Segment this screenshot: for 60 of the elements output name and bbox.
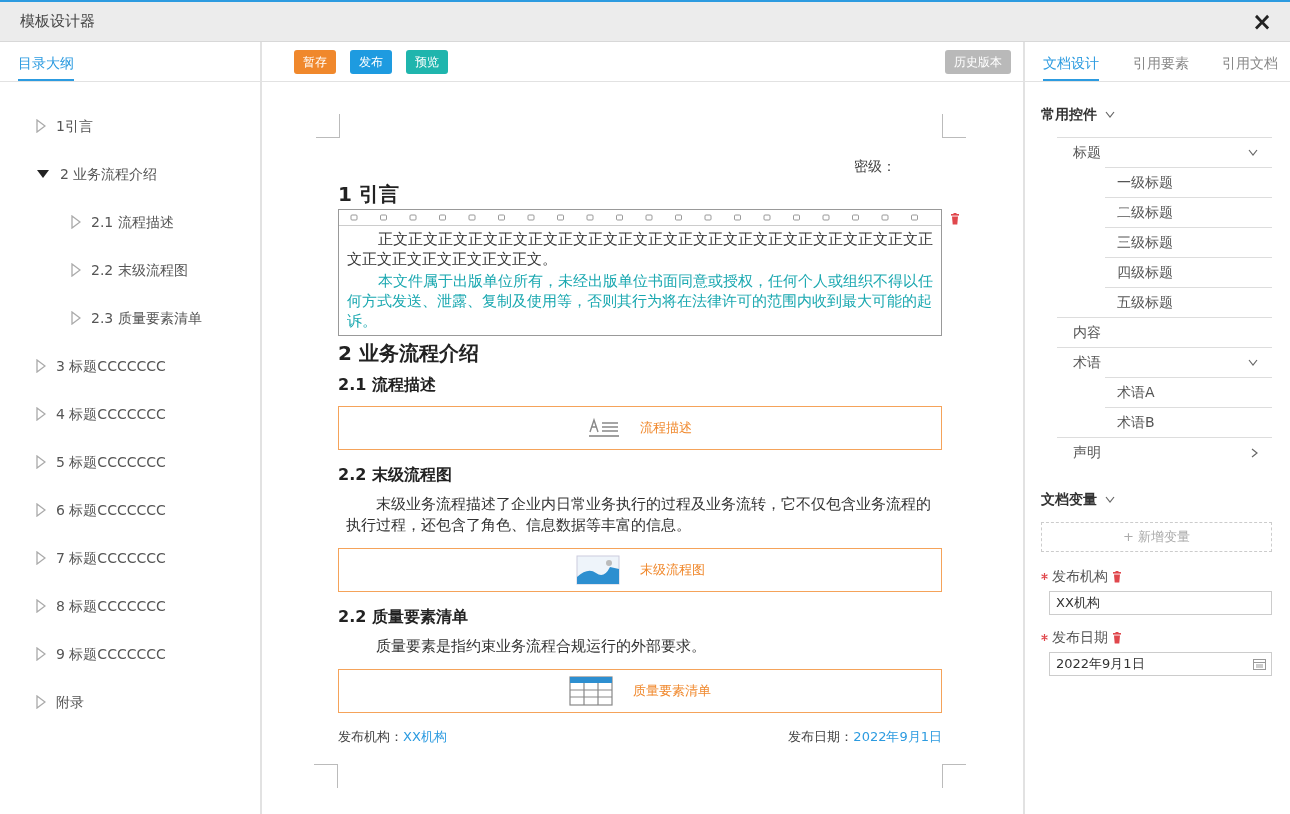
crop-mark xyxy=(314,764,338,788)
control-item[interactable]: 二级标题 xyxy=(1105,197,1272,227)
text-block-icon xyxy=(588,417,620,439)
footer-value: 2022年9月1日 xyxy=(853,729,942,744)
crop-mark xyxy=(942,764,966,788)
outline-item[interactable]: 2.2 末级流程图 xyxy=(35,246,260,294)
section-title: 常用控件 xyxy=(1041,105,1097,124)
calendar-icon xyxy=(1253,658,1266,670)
footer-value: XX机构 xyxy=(403,729,447,744)
control-item[interactable]: 五级标题 xyxy=(1105,287,1272,317)
outline-item[interactable]: 7 标题CCCCCCC xyxy=(0,534,260,582)
trash-icon xyxy=(950,213,960,225)
crop-mark xyxy=(316,114,340,138)
control-item[interactable]: 声明 xyxy=(1057,437,1272,467)
crop-mark xyxy=(942,114,966,138)
control-item[interactable]: 内容 xyxy=(1057,317,1272,347)
close-button[interactable]: × xyxy=(1247,9,1276,34)
subsection-heading: 2.2 末级流程图 xyxy=(338,464,453,486)
footer-label: 发布日期： xyxy=(788,729,854,744)
control-item[interactable]: 四级标题 xyxy=(1105,257,1272,287)
outline-item[interactable]: 附录 xyxy=(0,678,260,726)
field-label: 发布日期 xyxy=(1052,628,1108,647)
outline-item[interactable]: 5 标题CCCCCCC xyxy=(0,438,260,486)
outline-item[interactable]: 9 标题CCCCCCC xyxy=(0,630,260,678)
control-item[interactable]: 标题 xyxy=(1057,137,1272,167)
security-label: 密级： xyxy=(853,157,897,176)
outline-item[interactable]: 2.3 质量要素清单 xyxy=(35,294,260,342)
field-label: 发布机构 xyxy=(1052,567,1108,586)
outline-item[interactable]: 3 标题CCCCCCC xyxy=(0,342,260,390)
section-heading: 2 业务流程介绍 xyxy=(338,340,480,366)
image-icon xyxy=(575,555,620,585)
table-icon xyxy=(569,676,613,706)
rich-text-editor[interactable]: 正文正文正文正文正文正文正文正文正文正文正文正文正文正文正文正文正文正文正文正文正文正文正文正文正文。 本文件属于出版单位所有，未经出版单位书面同意或授权，任何个人或组织不得以任何方式发送、泄露、复制及使用等，否则其行为将在法律许可的范围内收到最大可能的起诉。 xyxy=(338,209,942,336)
window-title: 模板设计器 xyxy=(20,11,95,33)
panel-tab[interactable]: 引用文档 xyxy=(1222,53,1278,81)
body-text: 末级业务流程描述了企业内日常业务执行的过程及业务流转，它不仅包含业务流程的执行过程，还包含了角色、信息数据等丰富的信息。 xyxy=(345,494,933,536)
section-title: 文档变量 xyxy=(1041,490,1097,509)
date-field[interactable]: 2022年9月1日 xyxy=(1049,652,1272,676)
outline-item[interactable]: 4 标题CCCCCCC xyxy=(0,390,260,438)
outline-item[interactable]: 6 标题CCCCCCC xyxy=(0,486,260,534)
control-item[interactable]: 术语A xyxy=(1105,377,1272,407)
outline-item[interactable]: 2.1 流程描述 xyxy=(35,198,260,246)
footer-label: 发布机构： xyxy=(338,729,403,744)
control-item[interactable]: 术语 xyxy=(1057,347,1272,377)
outline-item[interactable]: 1引言 xyxy=(0,102,260,150)
outline-item[interactable]: 2 业务流程介绍 xyxy=(0,150,260,198)
trash-icon xyxy=(1112,631,1122,644)
input-field[interactable]: XX机构 xyxy=(1049,591,1272,615)
body-text: 质量要素是指约束业务流程合规运行的外部要求。 xyxy=(375,636,708,657)
notice-text: 本文件属于出版单位所有，未经出版单位书面同意或授权，任何个人或组织不得以任何方式发送、泄露、复制及使用等，否则其行为将在法律许可的范围内收到最大可能的起诉。 xyxy=(347,271,933,331)
panel-tab[interactable]: 引用要素 xyxy=(1132,53,1189,81)
control-item[interactable]: 术语B xyxy=(1105,407,1272,437)
section-heading: 1 引言 xyxy=(338,181,400,207)
control-item[interactable]: 三级标题 xyxy=(1105,227,1272,257)
outline-item[interactable]: 8 标题CCCCCCC xyxy=(0,582,260,630)
subsection-heading: 2.2 质量要素清单 xyxy=(338,606,469,628)
trash-icon xyxy=(1112,570,1122,583)
subsection-heading: 2.1 流程描述 xyxy=(338,374,437,396)
control-item[interactable]: 一级标题 xyxy=(1105,167,1272,197)
body-text: 正文正文正文正文正文正文正文正文正文正文正文正文正文正文正文正文正文正文正文正文正文正文正文正文正文。 xyxy=(347,229,933,269)
